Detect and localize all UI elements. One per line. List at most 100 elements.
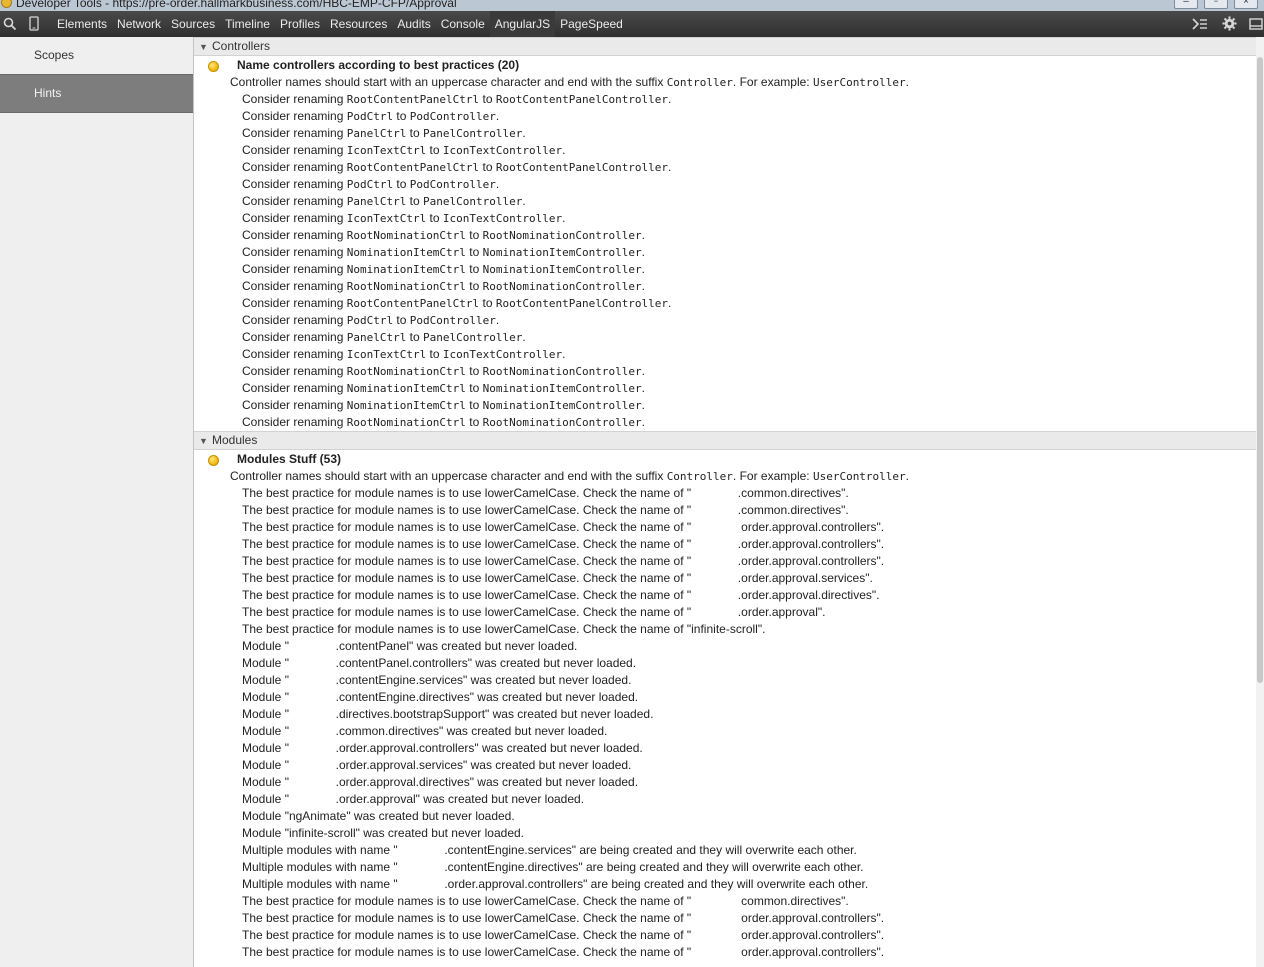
hint-row: Consider renaming PodCtrl to PodControll… <box>194 312 1256 329</box>
hint-row-text: to <box>479 92 496 106</box>
console-drawer-icon[interactable] <box>1190 11 1210 37</box>
hint-description-text: Controller names should start with an up… <box>230 469 667 483</box>
hint-row-text: Module " .contentPanel.controllers" was … <box>242 656 637 670</box>
hint-row-text: Multiple modules with name " .contentEng… <box>242 860 864 874</box>
collapse-triangle-icon[interactable]: ▼ <box>199 433 212 450</box>
hint-row-text: The best practice for module names is to… <box>242 911 885 925</box>
hint-row-text: Consider renaming <box>242 177 347 191</box>
tab-console[interactable]: Console <box>436 11 490 37</box>
hint-description-text: . For example: <box>732 469 813 483</box>
hint-row: The best practice for module names is to… <box>194 553 1256 570</box>
hint-row: Consider renaming IconTextCtrl to IconTe… <box>194 210 1256 227</box>
scrollbar-thumb[interactable] <box>1257 57 1263 683</box>
new-controller-name: PanelController <box>423 127 523 140</box>
old-controller-name: PodCtrl <box>346 314 394 327</box>
chrome-app-icon <box>1 0 12 8</box>
hint-row-text: Module " .order.approval.directives" was… <box>242 775 639 789</box>
devtools-toolbar: Elements Network Sources Timeline Profiles Re… <box>0 11 1264 38</box>
maximize-icon[interactable]: ▫ <box>1204 0 1228 9</box>
hint-row: Module " .contentPanel.controllers" was … <box>194 655 1256 672</box>
section-header-label: Controllers <box>212 39 271 53</box>
hint-row-text: to <box>465 364 483 378</box>
hint-row-text: . <box>641 245 645 259</box>
hint-row: Consider renaming RootNominationCtrl to … <box>194 414 1256 431</box>
old-controller-name: IconTextCtrl <box>346 212 427 225</box>
device-mode-icon[interactable] <box>24 11 44 37</box>
section-header-controllers[interactable]: ▼ Controllers <box>194 37 1256 56</box>
hint-row: Consider renaming IconTextCtrl to IconTe… <box>194 142 1256 159</box>
hint-row-text: Consider renaming <box>242 92 347 106</box>
hint-row-text: . <box>641 262 645 276</box>
new-controller-name: NominationItemController <box>482 263 642 276</box>
hint-row-text: . <box>641 364 645 378</box>
hint-row-text: to <box>479 296 496 310</box>
section-header-modules[interactable]: ▼ Modules <box>194 431 1256 450</box>
old-controller-name: NominationItemCtrl <box>346 382 466 395</box>
tab-elements[interactable]: Elements <box>52 11 112 37</box>
old-controller-name: RootContentPanelCtrl <box>346 161 480 174</box>
old-controller-name: NominationItemCtrl <box>346 399 466 412</box>
hint-row-text: The best practice for module names is to… <box>242 520 885 534</box>
search-icon[interactable] <box>0 11 20 37</box>
hint-row-text: . <box>495 177 500 191</box>
hint-row-text: Multiple modules with name " .contentEng… <box>242 843 857 857</box>
new-controller-name: RootContentPanelController <box>495 161 669 174</box>
hint-title[interactable]: Modules Stuff (53) <box>194 450 1256 468</box>
hint-row-text: The best practice for module names is to… <box>242 622 766 636</box>
old-controller-name: PodCtrl <box>346 178 394 191</box>
hint-row: Consider renaming NominationItemCtrl to … <box>194 380 1256 397</box>
hint-title-text: Name controllers according to best pract… <box>237 58 520 72</box>
hint-row-text: to <box>465 262 483 276</box>
old-controller-name: PodCtrl <box>346 110 394 123</box>
minimize-icon[interactable]: – <box>1174 0 1198 9</box>
tab-sources[interactable]: Sources <box>166 11 220 37</box>
old-controller-name: RootContentPanelCtrl <box>346 297 480 310</box>
hint-row: Consider renaming RootNominationCtrl to … <box>194 227 1256 244</box>
hint-row-text: . <box>641 381 645 395</box>
tab-network[interactable]: Network <box>112 11 166 37</box>
panel-tabs: Elements Network Sources Timeline Profiles Re… <box>52 11 628 37</box>
hint-row-text: . <box>562 211 566 225</box>
tab-timeline[interactable]: Timeline <box>220 11 275 37</box>
dock-side-icon[interactable] <box>1246 11 1264 37</box>
tab-profiles[interactable]: Profiles <box>275 11 325 37</box>
hint-row-text: Consider renaming <box>242 296 347 310</box>
hint-row-text: to <box>465 415 483 429</box>
sidebar-item-scopes[interactable]: Scopes <box>0 37 193 74</box>
new-controller-name: NominationItemController <box>482 399 642 412</box>
hint-row: Consider renaming PanelCtrl to PanelCont… <box>194 193 1256 210</box>
section-header-label: Modules <box>212 433 258 447</box>
hint-row-text: to <box>426 143 443 157</box>
hint-row: The best practice for module names is to… <box>194 519 1256 536</box>
hint-row-text: The best practice for module names is to… <box>242 554 885 568</box>
new-controller-name: PodController <box>409 178 496 191</box>
hint-row: The best practice for module names is to… <box>194 570 1256 587</box>
tab-resources[interactable]: Resources <box>325 11 392 37</box>
hint-row-text: The best practice for module names is to… <box>242 486 849 500</box>
hint-row: Module "ngAnimate" was created but never… <box>194 808 1256 825</box>
hint-title[interactable]: Name controllers according to best pract… <box>194 56 1256 74</box>
hints-panel: ▼ Controllers Name controllers according t… <box>194 37 1256 967</box>
collapse-triangle-icon[interactable]: ▼ <box>199 39 212 56</box>
gear-icon[interactable] <box>1219 11 1239 37</box>
hint-row: The best practice for module names is to… <box>194 893 1256 910</box>
hint-description: Controller names should start with an up… <box>194 74 1256 91</box>
tab-angularjs[interactable]: AngularJS <box>489 11 556 37</box>
code-example: UserController <box>812 470 906 483</box>
hint-row-text: Consider renaming <box>242 109 347 123</box>
close-icon[interactable]: × <box>1234 0 1258 9</box>
hint-row: Consider renaming RootContentPanelCtrl t… <box>194 159 1256 176</box>
old-controller-name: RootNominationCtrl <box>346 280 466 293</box>
vertical-scrollbar[interactable] <box>1256 37 1264 967</box>
old-controller-name: NominationItemCtrl <box>346 263 466 276</box>
hint-row-text: . <box>641 398 645 412</box>
tab-audits[interactable]: Audits <box>392 11 435 37</box>
sidebar-item-hints[interactable]: Hints <box>0 74 193 113</box>
old-controller-name: RootNominationCtrl <box>346 416 466 429</box>
new-controller-name: RootContentPanelController <box>495 297 669 310</box>
hint-description: Controller names should start with an up… <box>194 468 1256 485</box>
hint-row: Consider renaming NominationItemCtrl to … <box>194 397 1256 414</box>
tab-pagespeed[interactable]: PageSpeed <box>555 11 628 37</box>
hint-row-text: Consider renaming <box>242 364 347 378</box>
hint-row-text: . <box>641 279 645 293</box>
